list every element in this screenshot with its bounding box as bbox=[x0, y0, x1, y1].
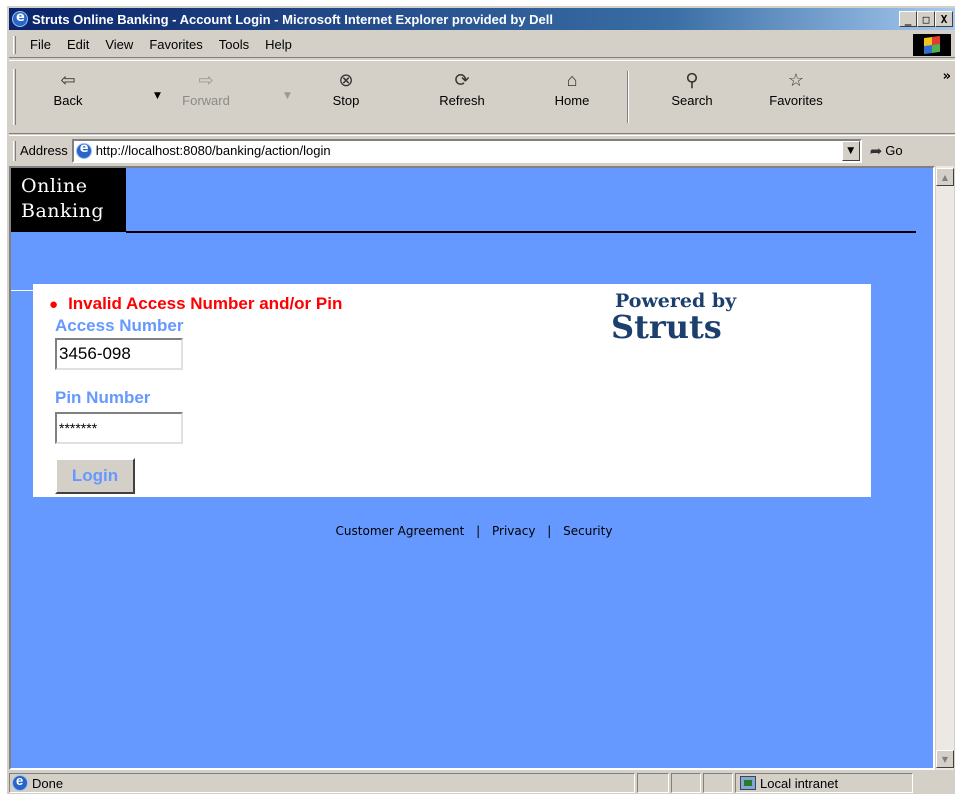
local-intranet-icon bbox=[740, 776, 756, 790]
forward-button[interactable]: ⇨ Forward bbox=[169, 69, 243, 127]
menu-file[interactable]: File bbox=[22, 35, 59, 54]
footer-links: Customer Agreement | Privacy | Security bbox=[11, 524, 933, 538]
browser-window: Struts Online Banking - Account Login - … bbox=[6, 5, 955, 794]
status-text-panel: Done bbox=[9, 773, 635, 793]
menu-tools[interactable]: Tools bbox=[211, 35, 257, 54]
stop-button[interactable]: ⊗ Stop bbox=[309, 69, 383, 127]
page-icon bbox=[75, 141, 92, 159]
back-arrow-icon: ⇦ bbox=[60, 69, 76, 90]
search-label: Search bbox=[671, 93, 713, 108]
scroll-up-icon[interactable]: ▲ bbox=[936, 168, 954, 186]
maximize-button[interactable]: □ bbox=[917, 11, 935, 27]
struts-text: Struts bbox=[611, 308, 722, 346]
panel-divider bbox=[11, 290, 33, 291]
menu-help[interactable]: Help bbox=[257, 35, 300, 54]
header-divider bbox=[126, 231, 916, 233]
stop-icon: ⊗ bbox=[338, 69, 354, 90]
windows-logo-throbber bbox=[913, 34, 951, 56]
refresh-label: Refresh bbox=[439, 93, 485, 108]
logo-line-2: Banking bbox=[21, 200, 105, 222]
window-title: Struts Online Banking - Account Login - … bbox=[32, 11, 554, 27]
favorites-icon: ☆ bbox=[787, 69, 805, 90]
home-icon: ⌂ bbox=[566, 69, 578, 90]
search-button[interactable]: ⚲ Search bbox=[655, 69, 729, 127]
page-content: Online Banking ● Invalid Access Number a… bbox=[9, 166, 935, 770]
customer-agreement-link[interactable]: Customer Agreement bbox=[336, 524, 465, 538]
security-link[interactable]: Security bbox=[563, 524, 612, 538]
access-number-label: Access Number bbox=[55, 316, 184, 335]
minimize-button[interactable]: _ bbox=[899, 11, 917, 27]
forward-label: Forward bbox=[182, 93, 230, 108]
go-label: Go bbox=[885, 143, 903, 158]
menu-favorites[interactable]: Favorites bbox=[141, 35, 210, 54]
stop-label: Stop bbox=[332, 93, 360, 108]
standard-toolbar: ⇦ Back ▼ ⇨ Forward ▼ ⊗ Stop ⟳ Refresh ⌂ … bbox=[9, 60, 955, 134]
title-bar[interactable]: Struts Online Banking - Account Login - … bbox=[9, 8, 955, 30]
footer-separator: | bbox=[476, 524, 481, 538]
ie-icon bbox=[12, 10, 28, 27]
toolbar-grip[interactable] bbox=[13, 69, 16, 125]
windows-logo-icon bbox=[924, 35, 940, 55]
back-button[interactable]: ⇦ Back bbox=[31, 69, 105, 127]
vertical-scrollbar[interactable]: ▲ ▼ bbox=[935, 166, 954, 770]
error-bullet-icon: ● bbox=[49, 295, 59, 313]
address-input[interactable]: http://localhost:8080/banking/action/log… bbox=[71, 138, 862, 163]
error-message: ● Invalid Access Number and/or Pin bbox=[49, 294, 342, 314]
forward-arrow-icon: ⇨ bbox=[198, 69, 214, 90]
status-cell bbox=[671, 773, 701, 793]
back-dropdown-icon[interactable]: ▼ bbox=[154, 91, 161, 101]
error-text: Invalid Access Number and/or Pin bbox=[68, 294, 343, 313]
address-bar: Address http://localhost:8080/banking/ac… bbox=[9, 135, 955, 165]
status-cell bbox=[703, 773, 733, 793]
menu-grip[interactable] bbox=[13, 35, 16, 54]
favorites-label: Favorites bbox=[769, 93, 823, 108]
toolbar-separator bbox=[627, 71, 629, 123]
home-button[interactable]: ⌂ Home bbox=[535, 69, 609, 127]
refresh-icon: ⟳ bbox=[454, 69, 470, 90]
address-url[interactable]: http://localhost:8080/banking/action/log… bbox=[96, 143, 331, 158]
address-dropdown-icon[interactable]: ▼ bbox=[841, 140, 860, 161]
favorites-button[interactable]: ☆ Favorites bbox=[759, 69, 833, 127]
powered-by-struts-logo: Powered by Struts bbox=[611, 290, 736, 346]
status-bar: Done Local intranet bbox=[9, 772, 955, 794]
status-cell bbox=[637, 773, 669, 793]
go-arrow-icon: ➦ bbox=[869, 142, 883, 160]
refresh-button[interactable]: ⟳ Refresh bbox=[425, 69, 499, 127]
scroll-down-icon[interactable]: ▼ bbox=[936, 750, 954, 768]
online-banking-logo: Online Banking bbox=[11, 168, 126, 232]
login-panel: ● Invalid Access Number and/or Pin Acces… bbox=[33, 284, 871, 497]
logo-line-1: Online bbox=[21, 175, 88, 197]
access-number-input[interactable] bbox=[55, 338, 183, 370]
menu-bar: File Edit View Favorites Tools Help bbox=[9, 32, 955, 58]
status-text: Done bbox=[32, 775, 64, 791]
forward-dropdown-icon[interactable]: ▼ bbox=[284, 91, 291, 101]
home-label: Home bbox=[554, 93, 590, 108]
close-button[interactable]: X bbox=[935, 11, 953, 27]
address-grip[interactable] bbox=[13, 140, 16, 161]
login-button[interactable]: Login bbox=[55, 458, 135, 494]
toolbar-more-chevron[interactable]: » bbox=[943, 69, 951, 84]
menu-view[interactable]: View bbox=[97, 35, 141, 54]
footer-separator: | bbox=[547, 524, 552, 538]
security-zone[interactable]: Local intranet bbox=[735, 773, 913, 793]
search-icon: ⚲ bbox=[685, 69, 699, 90]
back-label: Back bbox=[53, 93, 83, 108]
window-controls: _ □ X bbox=[899, 11, 953, 27]
privacy-link[interactable]: Privacy bbox=[492, 524, 535, 538]
menu-edit[interactable]: Edit bbox=[59, 35, 97, 54]
address-label: Address bbox=[20, 143, 68, 158]
zone-text: Local intranet bbox=[760, 775, 839, 791]
pin-number-label: Pin Number bbox=[55, 388, 151, 407]
page-done-icon bbox=[12, 773, 28, 791]
pin-number-input[interactable] bbox=[55, 412, 183, 444]
go-button[interactable]: ➦ Go bbox=[870, 142, 903, 160]
